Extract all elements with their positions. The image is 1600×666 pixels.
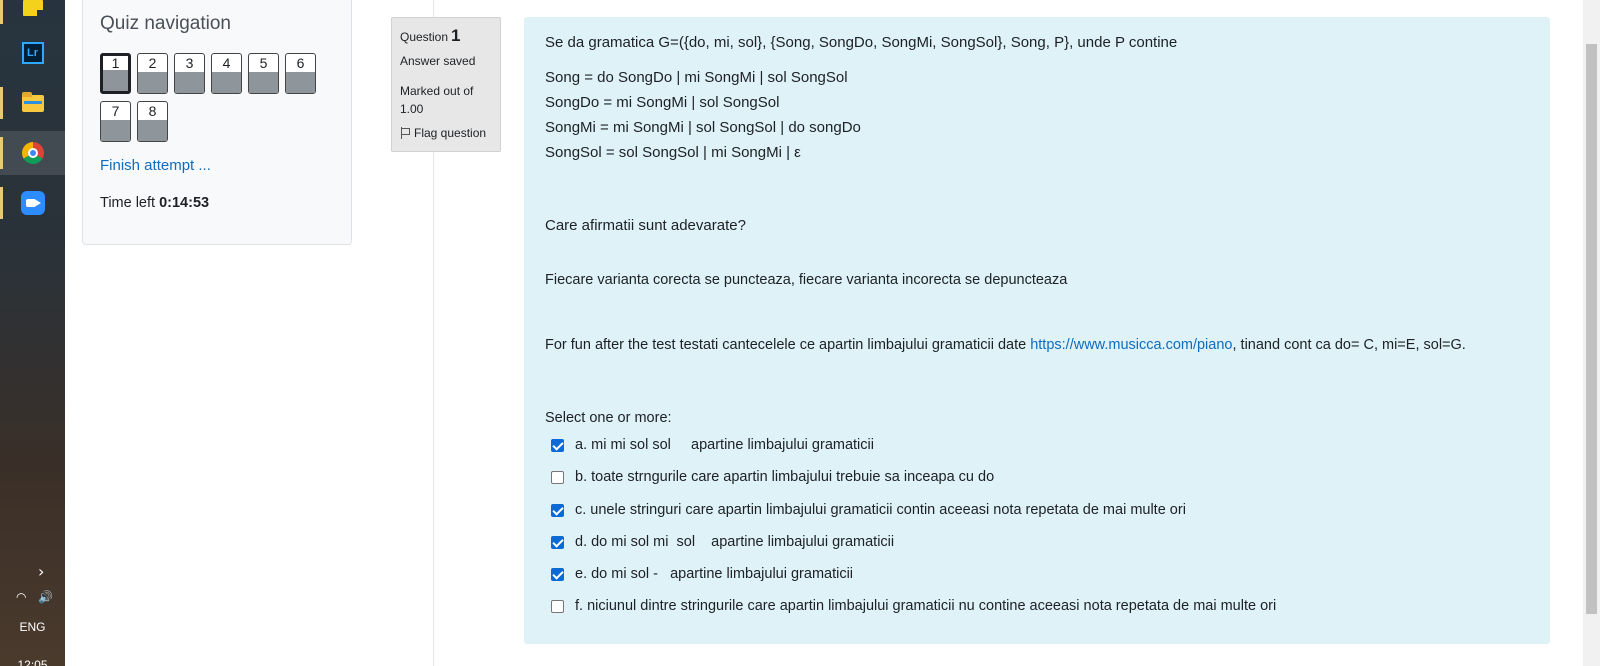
answer-label: f. niciunul dintre stringurile care apar… [575, 598, 1277, 614]
answer-label: d. do mi sol mi sol apartine limbajului … [575, 534, 895, 550]
grammar-rule: Song = do SongDo | mi SongMi | sol SongS… [545, 69, 848, 86]
windows-taskbar: Lr › ◠ 🔊 ENG 12:05 [0, 0, 65, 666]
answer-option-d[interactable]: d. do mi sol mi sol apartine limbajului … [551, 534, 894, 550]
scoring-note: Fiecare varianta corecta se puncteaza, f… [545, 272, 1068, 288]
quiz-page: Quiz navigation 1 2 3 4 5 6 7 8 Finish a… [65, 0, 1583, 666]
flag-icon [400, 127, 410, 139]
answer-option-e[interactable]: e. do mi sol - apartine limbajului grama… [551, 566, 853, 582]
fun-note-text: For fun after the test testati cantecele… [545, 337, 1031, 353]
answer-label: b. toate strngurile care apartin limbaju… [575, 469, 995, 485]
answer-checkbox[interactable] [551, 503, 564, 517]
taskbar-clock[interactable]: 12:05 [0, 658, 65, 666]
answer-label: a. mi mi sol sol apartine limbajului gra… [575, 437, 874, 453]
quiz-nav-button-8[interactable]: 8 [137, 101, 168, 142]
answer-checkbox[interactable] [551, 438, 564, 452]
lightroom-taskbar-button[interactable]: Lr [0, 31, 65, 75]
zoom-icon [20, 191, 45, 215]
quiz-nav-button-number: 8 [148, 103, 157, 119]
answer-option-c[interactable]: c. unele stringuri care apartin limbajul… [551, 502, 1186, 518]
fun-note: For fun after the test testati cantecele… [545, 333, 1505, 357]
finish-attempt-link[interactable]: Finish attempt ... [100, 157, 211, 174]
chrome-taskbar-button[interactable] [0, 131, 65, 175]
quiz-nav-button-number: 7 [111, 103, 120, 119]
question-grade: Marked out of 1.00 [400, 84, 474, 116]
answer-checkbox[interactable] [551, 470, 564, 484]
quiz-navigation-block: Quiz navigation 1 2 3 4 5 6 7 8 Finish a… [82, 0, 352, 245]
quiz-nav-button-number: 3 [185, 55, 194, 71]
quiz-nav-button-number: 6 [296, 55, 305, 71]
answer-label: e. do mi sol - apartine limbajului grama… [575, 566, 854, 582]
quiz-nav-button-5[interactable]: 5 [248, 53, 279, 94]
answer-checkbox[interactable] [551, 567, 564, 581]
quiz-nav-button-1[interactable]: 1 [100, 53, 131, 94]
chrome-icon [21, 142, 44, 164]
question-ask: Care afirmatii sunt adevarate? [545, 217, 746, 234]
lightroom-icon: Lr [21, 42, 44, 64]
fun-note-text-end: , tinand cont ca do= C, mi=E, sol=G. [1232, 337, 1466, 353]
answer-checkbox[interactable] [551, 599, 564, 613]
quiz-nav-button-number: 2 [148, 55, 157, 71]
flag-question-button[interactable]: Flag question [400, 126, 492, 140]
file-explorer-taskbar-button[interactable] [0, 81, 65, 125]
musicca-piano-link[interactable]: https://www.musicca.com/piano [1030, 337, 1232, 353]
zoom-taskbar-button[interactable] [0, 181, 65, 225]
quiz-nav-button-number: 5 [259, 55, 268, 71]
time-left-indicator: Time left 0:14:53 [100, 195, 209, 211]
question-info-box: Question 1 Answer saved Marked out of 1.… [391, 17, 501, 152]
sticky-notes-icon [22, 0, 43, 16]
quiz-nav-button-2[interactable]: 2 [137, 53, 168, 94]
quiz-nav-button-3[interactable]: 3 [174, 53, 205, 94]
show-hidden-icons-chevron-icon[interactable]: › [38, 562, 44, 581]
question-state: Answer saved [400, 54, 476, 68]
time-left-label: Time left [100, 195, 156, 211]
scrollbar-thumb[interactable] [1586, 44, 1597, 614]
grammar-rule: SongDo = mi SongMi | sol SongSol [545, 94, 780, 111]
question-number-row: Question 1 [400, 26, 492, 46]
folder-icon [21, 91, 44, 112]
sticky-notes-taskbar-button[interactable] [0, 0, 65, 30]
network-volume-icon[interactable]: ◠ 🔊 [16, 590, 57, 604]
answer-option-b[interactable]: b. toate strngurile care apartin limbaju… [551, 469, 994, 485]
answer-label: c. unele stringuri care apartin limbajul… [575, 502, 1186, 518]
flag-question-label: Flag question [414, 126, 487, 140]
grammar-rule: SongSol = sol SongSol | mi SongMi | ε [545, 144, 801, 161]
question-label: Question [400, 30, 449, 44]
grammar-rules: Song = do SongDo | mi SongMi | sol SongS… [545, 65, 861, 165]
question-number: 1 [451, 26, 461, 45]
page-scrollbar[interactable] [1583, 0, 1600, 666]
question-intro: Se da gramatica G=({do, mi, sol}, {Song,… [545, 34, 1178, 51]
time-left-value: 0:14:53 [159, 195, 210, 211]
question-content: Se da gramatica G=({do, mi, sol}, {Song,… [524, 17, 1550, 644]
input-language-indicator[interactable]: ENG [0, 620, 65, 634]
answer-checkbox[interactable] [551, 535, 564, 549]
quiz-nav-button-7[interactable]: 7 [100, 101, 131, 142]
answer-prompt: Select one or more: [545, 410, 672, 426]
quiz-nav-button-6[interactable]: 6 [285, 53, 316, 94]
quiz-navigation-title: Quiz navigation [100, 13, 231, 34]
quiz-nav-button-4[interactable]: 4 [211, 53, 242, 94]
grammar-rule: SongMi = mi SongMi | sol SongSol | do so… [545, 119, 861, 136]
answer-option-a[interactable]: a. mi mi sol sol apartine limbajului gra… [551, 437, 874, 453]
quiz-nav-button-number: 4 [222, 55, 231, 71]
answer-option-f[interactable]: f. niciunul dintre stringurile care apar… [551, 598, 1276, 614]
